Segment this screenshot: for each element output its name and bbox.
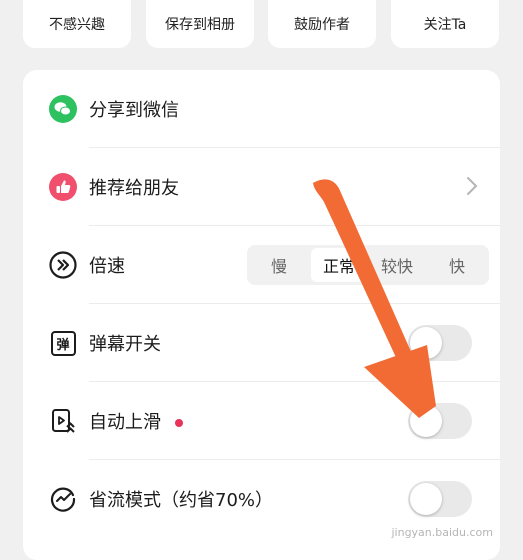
annotation-arrow: [313, 179, 436, 418]
watermark: jingyan.baidu.com: [391, 526, 493, 539]
annotation-arrow-head: [364, 345, 436, 418]
